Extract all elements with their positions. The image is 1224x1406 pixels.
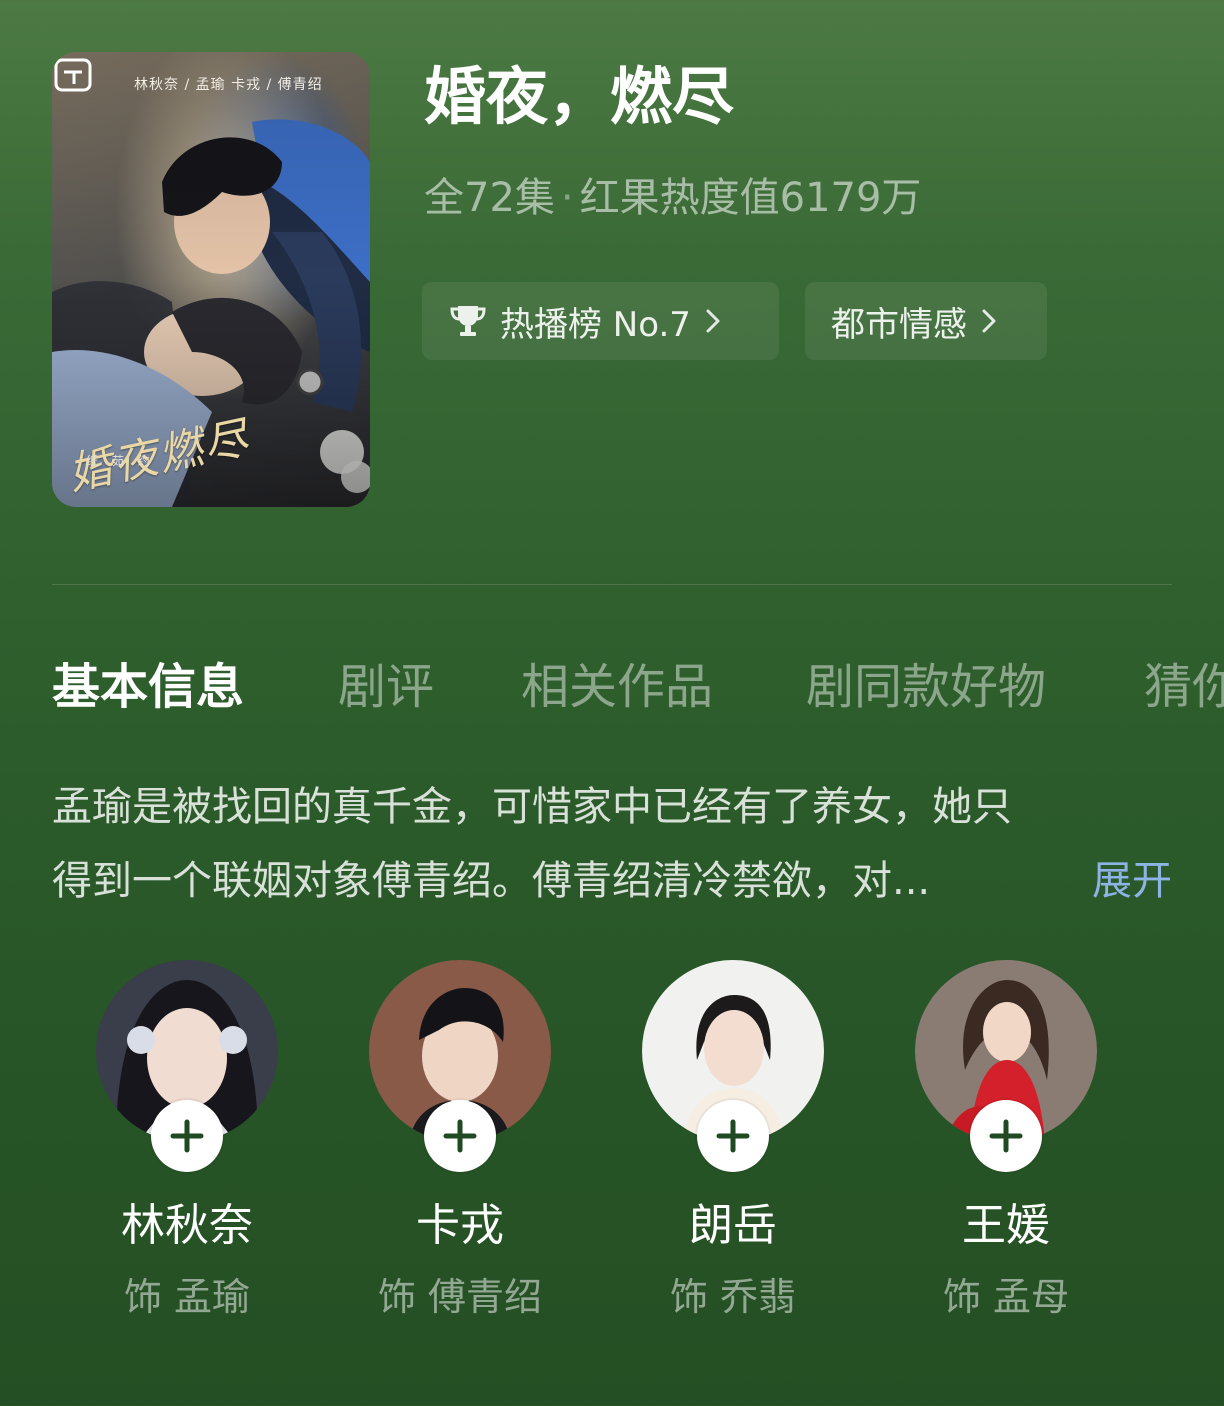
chevron-right-icon [705,308,721,334]
cast-role: 饰 傅青绍 [377,1275,543,1319]
plus-icon [170,1119,204,1153]
trophy-icon [448,303,488,339]
synopsis-line-2: 得到一个联姻对象傅青绍。傅青绍清冷禁欲，对... [52,858,931,904]
cast-role: 饰 孟瑜 [123,1275,251,1319]
tab-reviews[interactable]: 剧评 [338,652,434,722]
genre-chip-label: 都市情感 [831,304,967,345]
poster-logo-icon [54,58,92,92]
synopsis-line-1: 孟瑜是被找回的真千金，可惜家中已经有了养女，她只 [52,784,1012,830]
chevron-right-icon [981,308,997,334]
plus-icon [716,1119,750,1153]
drama-poster[interactable]: 林秋奈 / 孟瑜 卡戎 / 傅青绍 婚夜燃尽 纸 茹 约 [52,52,370,507]
section-divider [52,584,1172,585]
poster-credits: 林秋奈 / 孟瑜 卡戎 / 傅青绍 [134,77,323,93]
plus-icon [989,1119,1023,1153]
expand-link[interactable]: 展开 [1092,844,1172,918]
drama-meta: 全72集 · 红果热度值6179万 [424,170,921,226]
cast-role: 饰 孟母 [942,1275,1070,1319]
cast-member[interactable]: 朗岳 饰 乔翡 [642,960,824,1319]
follow-button[interactable] [151,1100,223,1172]
cast-name: 卡戎 [416,1200,504,1251]
rank-chip-button[interactable]: 热播榜 No.7 [422,282,779,360]
cast-member[interactable]: 卡戎 饰 傅青绍 [369,960,551,1319]
cast-member[interactable]: 林秋奈 饰 孟瑜 [96,960,278,1319]
cast-name: 林秋奈 [121,1200,253,1251]
cast-name: 王媛 [962,1200,1050,1251]
genre-chip-button[interactable]: 都市情感 [805,282,1047,360]
rank-chip-label: 热播榜 No.7 [500,304,691,345]
episode-count: 全72集 [424,175,555,221]
tab-related-works[interactable]: 相关作品 [521,652,713,722]
cast-member[interactable]: 王媛 饰 孟母 [915,960,1097,1319]
synopsis: 孟瑜是被找回的真千金，可惜家中已经有了养女，她只 得到一个联姻对象傅青绍。傅青绍… [52,770,1172,918]
drama-title: 婚夜，燃尽 [424,63,735,132]
tab-recommendations[interactable]: 猜你 [1144,652,1224,722]
cast-role: 饰 乔翡 [669,1275,797,1319]
follow-button[interactable] [970,1100,1042,1172]
follow-button[interactable] [424,1100,496,1172]
plus-icon [443,1119,477,1153]
tab-same-products[interactable]: 剧同款好物 [806,652,1046,722]
heat-value: 红果热度值6179万 [579,175,922,221]
meta-separator: · [560,175,574,221]
follow-button[interactable] [697,1100,769,1172]
poster-small-text: 纸 茹 约 [86,454,155,468]
cast-name: 朗岳 [689,1200,777,1251]
tab-basic-info[interactable]: 基本信息 [52,652,244,722]
